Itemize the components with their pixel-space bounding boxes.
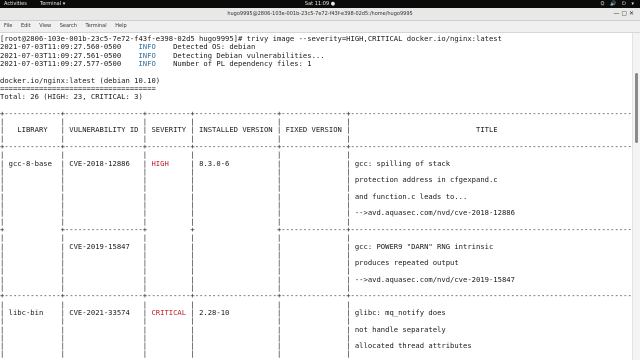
menu-help[interactable]: Help — [115, 23, 126, 29]
system-top-bar: Activities Terminal ▾ Sat 11:09 ● ⛭ 🔊 ⏻ … — [0, 0, 640, 8]
menu-edit[interactable]: Edit — [21, 23, 31, 29]
window-title: hugo9995@2806-103e-001b-23c5-7e72-f43f-e… — [227, 11, 413, 17]
menu-view[interactable]: View — [39, 23, 51, 29]
window-titlebar[interactable]: hugo9995@2806-103e-001b-23c5-7e72-f43f-e… — [0, 8, 640, 21]
menu-bar: File Edit View Search Terminal Help — [0, 21, 640, 33]
menu-terminal[interactable]: Terminal — [86, 23, 107, 29]
menu-search[interactable]: Search — [60, 23, 77, 29]
terminal-text: 2021-07-03T11:09:27.577-0500 — [0, 58, 139, 68]
terminal-line: 2021-07-03T11:09:27.577-0500 INFO Number… — [0, 58, 312, 68]
scrollbar-thumb[interactable] — [635, 73, 638, 143]
terminal-text: | | | | | | | — [0, 349, 640, 359]
terminal-output[interactable]: [root@2806-103e-001b-23c5-7e72-f43f-e398… — [0, 33, 640, 360]
system-tray[interactable]: ⛭ 🔊 ⏻ ▾ — [601, 0, 636, 8]
menu-file[interactable]: File — [4, 23, 12, 29]
terminal-line: | | | | | | | — [0, 350, 640, 358]
terminal-line: Total: 26 (HIGH: 23, CRITICAL: 3) — [0, 93, 143, 101]
scrollbar[interactable] — [632, 33, 640, 360]
terminal-text: Total: 26 (HIGH: 23, CRITICAL: 3) — [0, 92, 143, 102]
clock[interactable]: Sat 11:09 ● — [0, 0, 640, 8]
window-controls[interactable]: — ▢ ✕ — [613, 8, 634, 20]
terminal-text: Number of PL dependency files: 1 — [155, 58, 312, 68]
log-level-info: INFO — [138, 58, 156, 68]
